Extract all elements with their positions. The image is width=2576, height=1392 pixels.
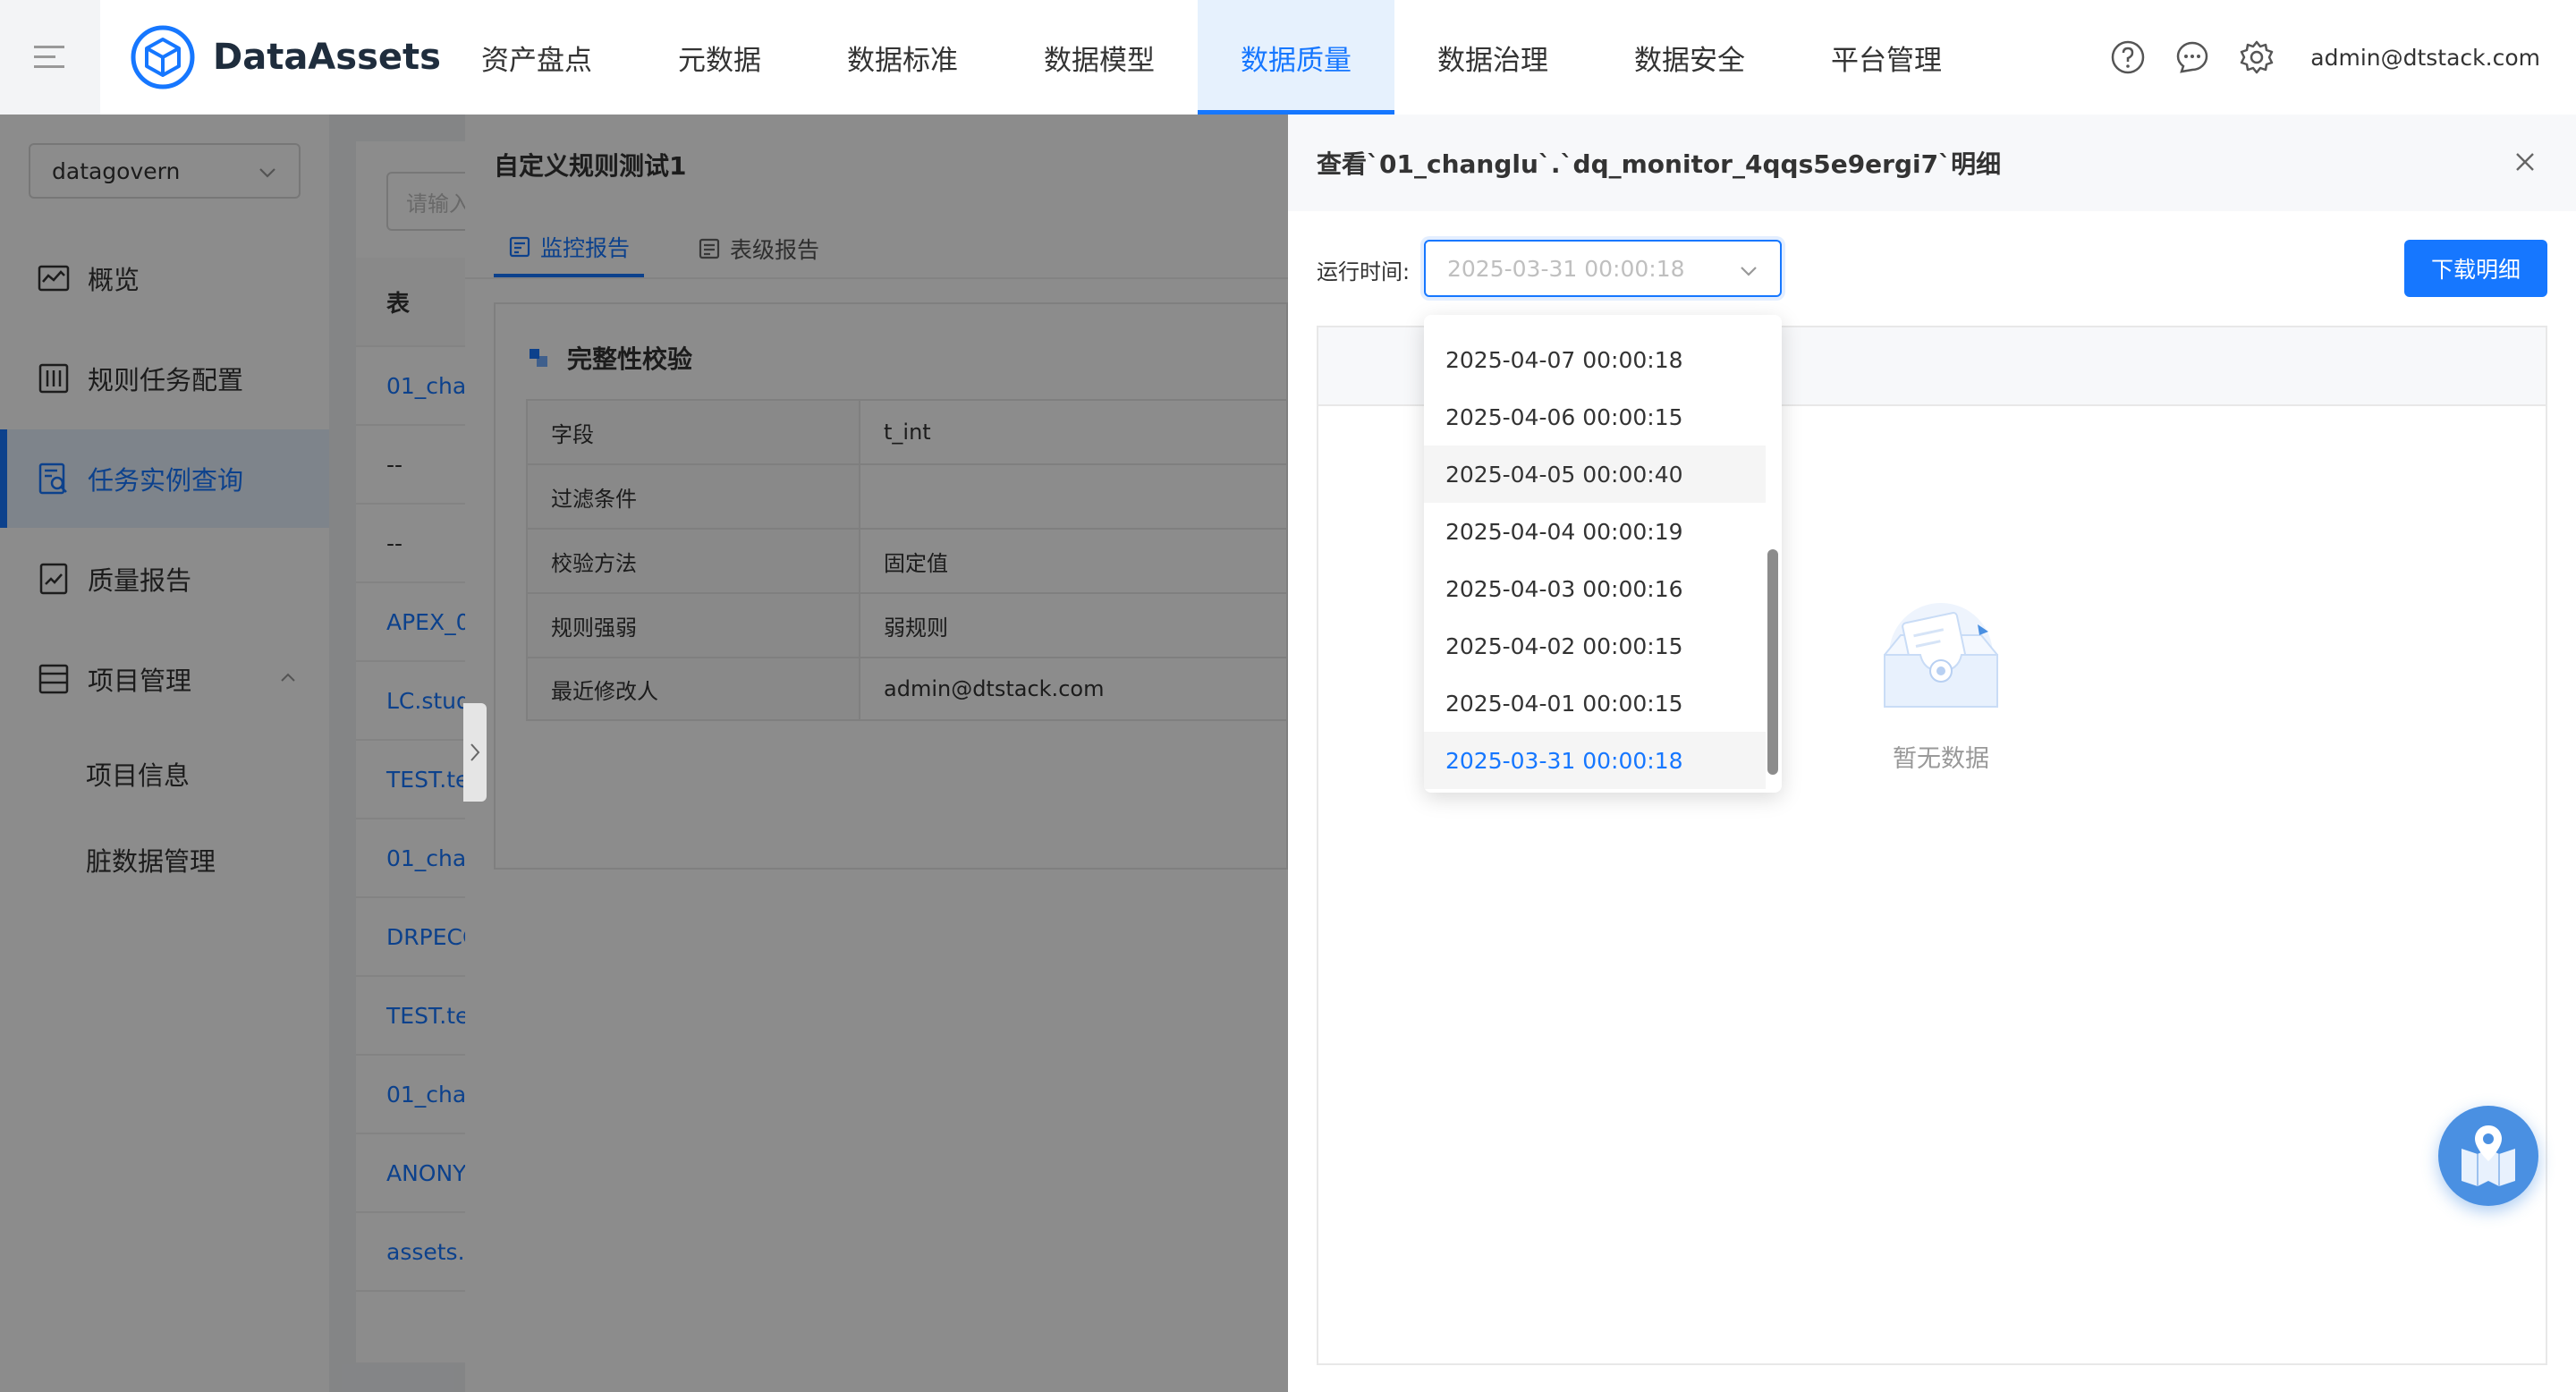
menu-icon — [34, 46, 64, 68]
panel-collapse-handle[interactable] — [463, 703, 487, 802]
run-time-label: 运行时间: — [1317, 259, 1411, 284]
download-detail-button[interactable]: 下载明细 — [2404, 240, 2547, 297]
dropdown-option[interactable]: 2025-04-01 00:00:15 — [1424, 675, 1766, 732]
nav-platform-admin[interactable]: 平台管理 — [1788, 0, 1985, 115]
drawer-title: 查看`01_changlu`.`dq_monitor_4qqs5e9ergi7`… — [1317, 149, 2002, 179]
run-time-dropdown: 2025-04-07 00:00:18 2025-04-06 00:00:15 … — [1424, 315, 1782, 793]
nav-data-model[interactable]: 数据模型 — [1001, 0, 1198, 115]
app-logo[interactable]: DataAssets — [131, 25, 441, 89]
cube-logo-icon — [131, 25, 195, 89]
close-icon[interactable] — [2510, 147, 2540, 177]
chevron-right-icon — [470, 743, 480, 761]
dropdown-option[interactable]: 2025-04-05 00:00:40 — [1424, 446, 1766, 503]
empty-text: 暂无数据 — [1893, 745, 1989, 773]
message-icon[interactable] — [2174, 39, 2210, 75]
top-header: DataAssets 资产盘点 元数据 数据标准 数据模型 数据质量 数据治理 … — [0, 0, 2576, 115]
app-name: DataAssets — [213, 37, 441, 78]
nav-asset-inventory[interactable]: 资产盘点 — [438, 0, 635, 115]
nav-data-security[interactable]: 数据安全 — [1591, 0, 1788, 115]
run-time-select[interactable]: 2025-03-31 00:00:18 — [1424, 240, 1782, 297]
drawer-header: 查看`01_changlu`.`dq_monitor_4qqs5e9ergi7`… — [1288, 115, 2576, 211]
settings-icon[interactable] — [2239, 39, 2275, 75]
nav-data-quality[interactable]: 数据质量 — [1198, 0, 1394, 115]
floating-guide-button[interactable] — [2438, 1106, 2538, 1206]
empty-box-icon — [1884, 603, 1998, 708]
dropdown-option[interactable]: 2025-04-03 00:00:16 — [1424, 560, 1766, 617]
chevron-down-icon — [1741, 267, 1757, 276]
map-pin-book-icon — [2462, 1125, 2515, 1186]
dropdown-option[interactable]: 2025-04-02 00:00:15 — [1424, 617, 1766, 675]
main-nav: 资产盘点 元数据 数据标准 数据模型 数据质量 数据治理 数据安全 平台管理 — [438, 0, 1985, 115]
header-actions: admin@dtstack.com — [2110, 0, 2540, 115]
dropdown-option[interactable]: 2025-04-04 00:00:19 — [1424, 503, 1766, 560]
dropdown-option[interactable]: 2025-04-06 00:00:15 — [1424, 388, 1766, 446]
nav-data-standard[interactable]: 数据标准 — [804, 0, 1001, 115]
run-time-select-value: 2025-03-31 00:00:18 — [1447, 255, 1685, 282]
help-icon[interactable] — [2110, 39, 2146, 75]
nav-data-governance[interactable]: 数据治理 — [1394, 0, 1591, 115]
dropdown-scrollbar[interactable] — [1767, 549, 1778, 775]
nav-metadata[interactable]: 元数据 — [635, 0, 804, 115]
user-account[interactable]: admin@dtstack.com — [2310, 45, 2540, 71]
menu-toggle-button[interactable] — [0, 0, 100, 115]
empty-state: 暂无数据 — [1869, 599, 2012, 774]
dropdown-option[interactable]: 2025-04-07 00:00:18 — [1424, 331, 1766, 388]
dropdown-option-selected[interactable]: 2025-03-31 00:00:18 — [1424, 732, 1766, 789]
